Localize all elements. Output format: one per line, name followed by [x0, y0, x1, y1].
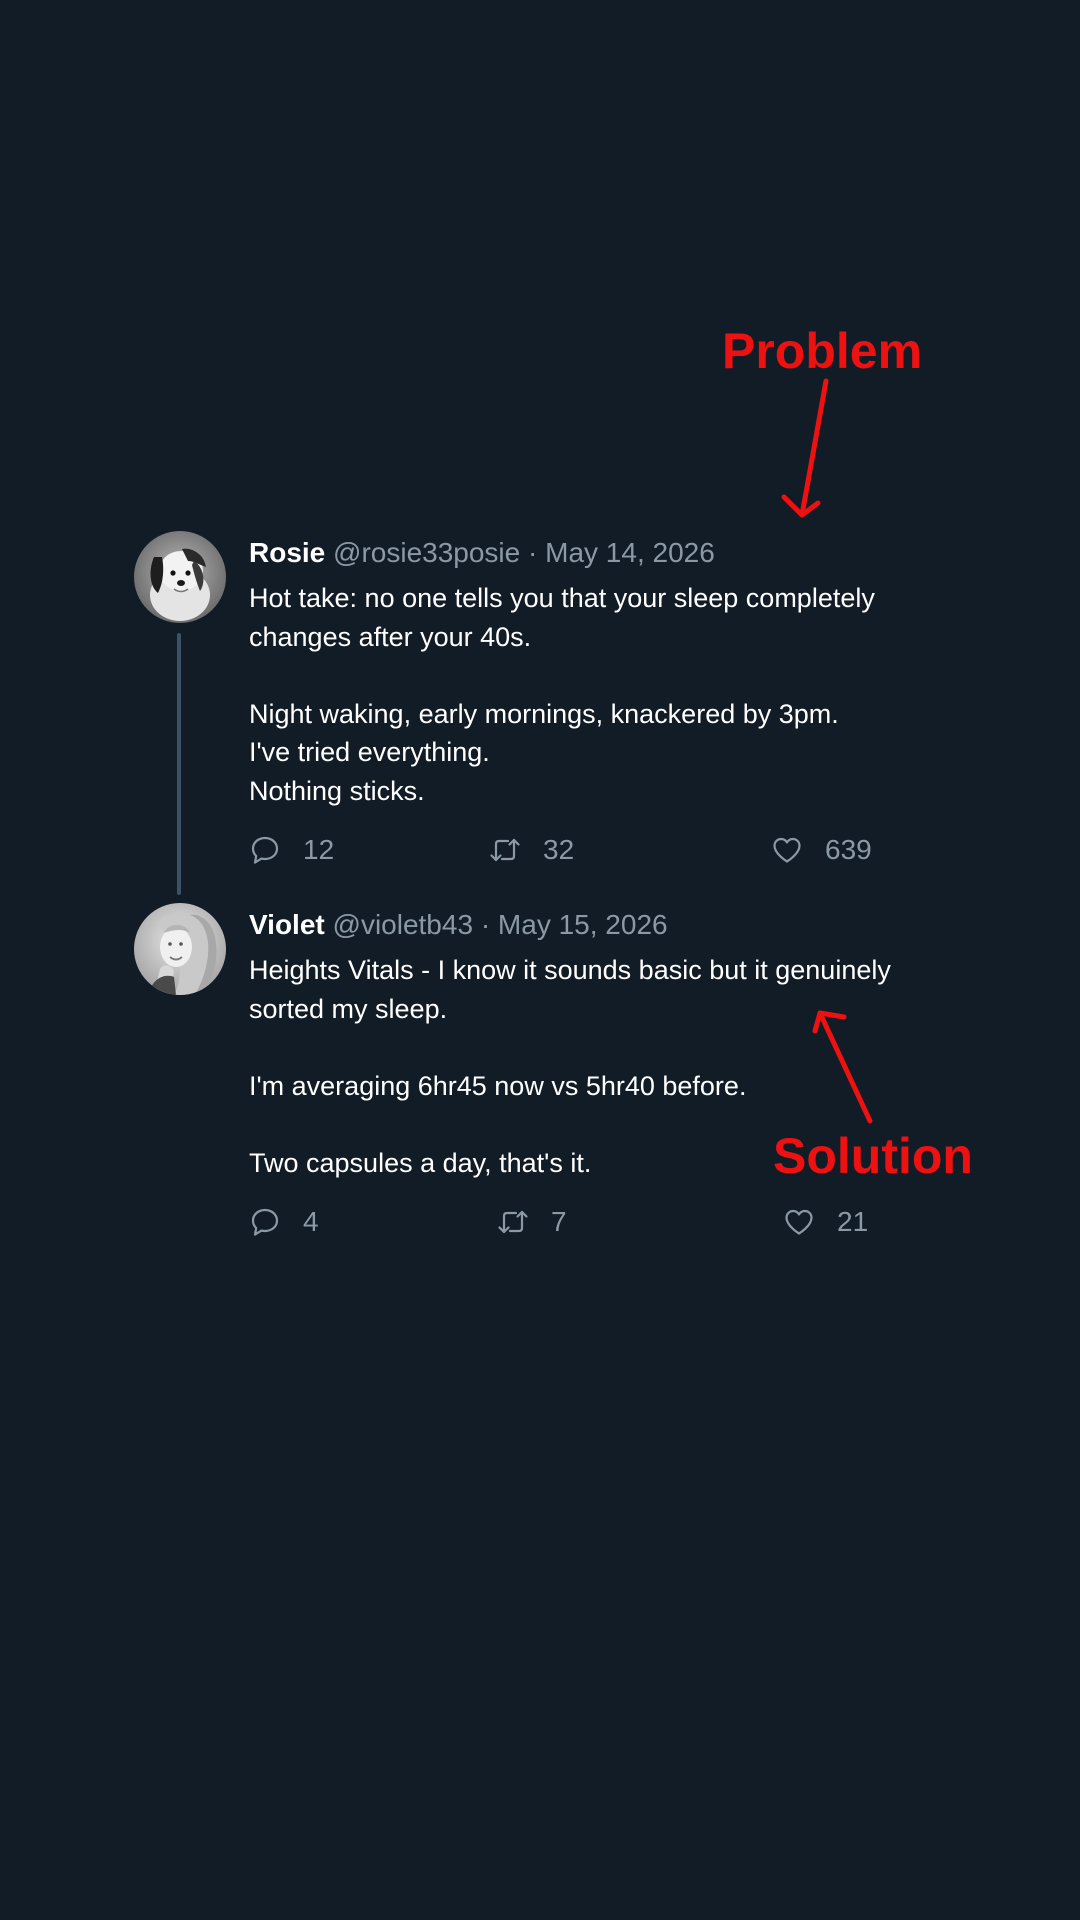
reply-button[interactable]: 4 — [249, 1202, 319, 1242]
author-name[interactable]: Rosie — [249, 537, 325, 568]
retweet-count: 32 — [543, 834, 575, 865]
problem-arrow — [781, 378, 829, 518]
like-button[interactable]: 21 — [783, 1202, 868, 1242]
dog-avatar-image — [134, 531, 226, 623]
author-name[interactable]: Violet — [249, 909, 325, 940]
reply-icon — [251, 1208, 279, 1236]
tweet-text-line: Hot take: no one tells you that your sle… — [249, 583, 875, 652]
tweet-actions: 12 32 639 — [249, 830, 954, 870]
tweet-text-line: I'm averaging 6hr45 now vs 5hr40 before. — [249, 1070, 747, 1101]
retweet-count: 7 — [551, 1206, 567, 1237]
reply-count: 12 — [303, 834, 335, 865]
thread-connector-line — [177, 633, 181, 895]
separator-dot: · — [480, 909, 491, 940]
retweet-icon — [490, 838, 520, 862]
tweet-text-line: I've tried everything. — [249, 737, 490, 767]
tweet-text-line: Nothing sticks. — [249, 775, 425, 806]
author-handle[interactable]: @violetb43 — [333, 909, 474, 940]
problem-annotation: Problem — [722, 323, 923, 379]
like-count: 639 — [825, 834, 872, 865]
tweet-date[interactable]: May 14, 2026 — [545, 537, 715, 568]
tweet-text-line: Night waking, early mornings, knackered … — [249, 698, 839, 729]
avatar[interactable] — [134, 903, 226, 995]
tweet-text-line: Heights Vitals - I know it sounds basic … — [249, 955, 891, 1024]
retweet-button[interactable]: 32 — [489, 830, 574, 870]
like-icon — [785, 1209, 813, 1235]
like-count: 21 — [837, 1206, 869, 1237]
tweet-content: Violet @violetb43 · May 15, 2026 Heights… — [249, 903, 954, 1242]
tweet-date[interactable]: May 15, 2026 — [498, 909, 668, 940]
tweet-content: Rosie @rosie33posie · May 14, 2026 Hot t… — [249, 531, 954, 870]
reply-button[interactable]: 12 — [249, 830, 334, 870]
reply-icon — [251, 836, 279, 864]
tweet-actions: 4 7 21 — [249, 1202, 954, 1242]
tweet-text-line: Two capsules a day, that's it. — [249, 1147, 592, 1178]
like-icon — [773, 837, 801, 863]
reply-count: 4 — [303, 1206, 319, 1237]
retweet-icon — [498, 1210, 528, 1234]
woman-avatar-image — [134, 903, 226, 995]
tweet-header: Rosie @rosie33posie · May 14, 2026 — [249, 531, 954, 575]
avatar[interactable] — [134, 531, 226, 623]
separator-dot: · — [528, 537, 538, 568]
tweet-text: Heights Vitals - I know it sounds basic … — [249, 951, 954, 1182]
tweet-header: Violet @violetb43 · May 15, 2026 — [249, 903, 954, 947]
like-button[interactable]: 639 — [771, 830, 872, 870]
tweet-text: Hot take: no one tells you that your sle… — [249, 579, 954, 810]
retweet-button[interactable]: 7 — [497, 1202, 567, 1242]
author-handle[interactable]: @rosie33posie — [333, 537, 520, 568]
